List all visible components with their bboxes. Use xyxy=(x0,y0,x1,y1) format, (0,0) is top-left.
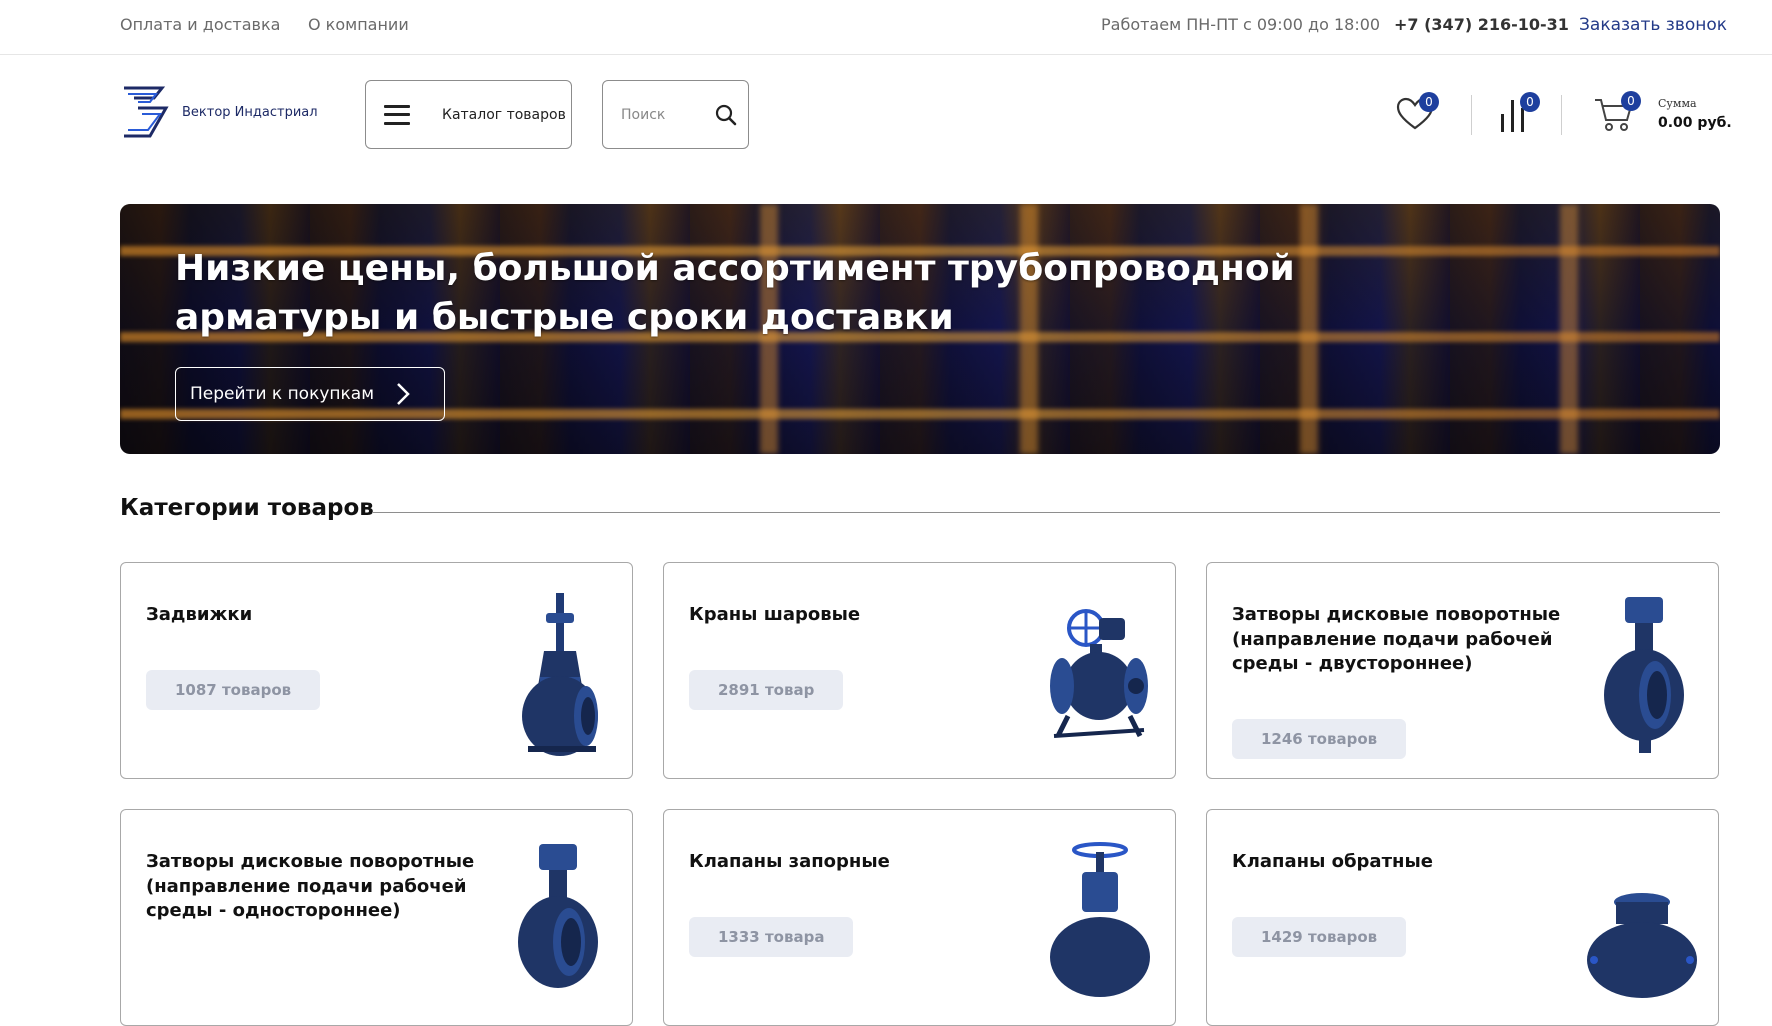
search-box xyxy=(602,80,749,149)
top-bar: Оплата и доставка О компании Работаем ПН… xyxy=(0,0,1772,55)
logo-icon xyxy=(124,86,169,138)
gate-valve-icon xyxy=(522,593,598,756)
promo-banner: Низкие цены, большой ассортимент трубопр… xyxy=(120,204,1720,454)
category-card-check-valves[interactable]: Клапаны обратные 1429 товаров xyxy=(1206,809,1719,1026)
banner-title: Низкие цены, большой ассортимент трубопр… xyxy=(175,248,1295,338)
chevron-right-icon xyxy=(397,383,410,405)
divider xyxy=(1561,95,1562,135)
check-valve-icon xyxy=(1587,893,1697,998)
compare-count-badge: 0 xyxy=(1520,92,1540,112)
callback-link[interactable]: Заказать звонок xyxy=(1579,15,1727,35)
category-count: 2891 товар xyxy=(689,670,844,710)
category-title: Краны шаровые xyxy=(689,604,861,625)
ball-valve-icon xyxy=(1050,609,1148,738)
nav-link-delivery[interactable]: Оплата и доставка xyxy=(120,15,280,34)
nav-link-about[interactable]: О компании xyxy=(308,15,409,34)
category-title: Клапаны запорные xyxy=(689,851,890,872)
category-count: 1333 товара xyxy=(689,917,854,957)
cart-button[interactable]: 0 xyxy=(1593,91,1641,134)
favorites-count-badge: 0 xyxy=(1419,92,1439,112)
category-card-gate-valves[interactable]: Задвижки 1087 товаров xyxy=(120,562,633,779)
category-card-butterfly-valves-bidirectional[interactable]: Затворы дисковые поворотные (направление… xyxy=(1206,562,1719,779)
catalog-label: Каталог товаров xyxy=(442,106,566,123)
phone-number[interactable]: +7 (347) 216-10-31 xyxy=(1394,15,1569,34)
category-count: 1087 товаров xyxy=(146,670,321,710)
globe-valve-icon xyxy=(1050,842,1150,997)
category-title: Клапаны обратные xyxy=(1232,851,1433,872)
category-card-ball-valves[interactable]: Краны шаровые 2891 товар xyxy=(663,562,1176,779)
category-count: 1246 товаров xyxy=(1232,719,1407,759)
compare-button[interactable]: 0 xyxy=(1498,92,1540,134)
cart-sum-label: Сумма xyxy=(1658,97,1697,110)
divider xyxy=(1471,95,1472,135)
category-card-globe-valves[interactable]: Клапаны запорные 1333 товара xyxy=(663,809,1176,1026)
menu-icon xyxy=(384,104,410,125)
section-divider xyxy=(372,512,1720,513)
category-title: Задвижки xyxy=(146,604,253,625)
logo[interactable]: Вектор Индастриал xyxy=(120,84,330,140)
butterfly-valve-icon xyxy=(518,844,598,988)
go-shopping-button[interactable]: Перейти к покупкам xyxy=(175,367,445,421)
favorites-button[interactable]: 0 xyxy=(1395,92,1439,134)
category-count: 1429 товаров xyxy=(1232,917,1407,957)
go-shopping-label: Перейти к покупкам xyxy=(190,384,375,404)
cart-count-badge: 0 xyxy=(1621,91,1641,111)
search-input[interactable] xyxy=(619,105,709,124)
category-card-butterfly-valves-unidirectional[interactable]: Затворы дисковые поворотные (направление… xyxy=(120,809,633,1026)
butterfly-valve-icon xyxy=(1604,597,1684,753)
catalog-button[interactable]: Каталог товаров xyxy=(365,80,572,149)
logo-text: Вектор Индастриал xyxy=(182,104,318,120)
category-title: Затворы дисковые поворотные (направление… xyxy=(146,851,475,921)
cart-sum-value: 0.00 руб. xyxy=(1658,115,1732,131)
category-title: Затворы дисковые поворотные (направление… xyxy=(1232,604,1561,674)
categories-heading: Категории товаров xyxy=(120,495,374,521)
search-icon[interactable] xyxy=(714,103,738,127)
working-hours: Работаем ПН-ПТ с 09:00 до 18:00 xyxy=(1101,15,1381,34)
